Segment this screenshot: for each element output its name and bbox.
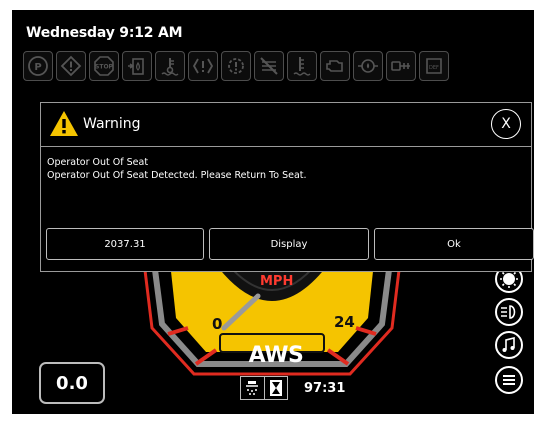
message-title: Operator Out Of Seat: [47, 157, 149, 168]
brightness-icon: [500, 270, 518, 288]
date-time: Wednesday 9:12 AM: [26, 25, 183, 41]
sprayer-icon: [241, 377, 264, 399]
code-button[interactable]: 2037.31: [46, 228, 204, 260]
coolant-temp-icon: [155, 51, 185, 81]
hourglass-icon: [263, 377, 288, 399]
fuel-filter-icon: [122, 51, 152, 81]
spray-timer-button[interactable]: [240, 376, 288, 400]
telltale-bar: P STOP DEF: [23, 51, 449, 81]
warning-icon: [50, 111, 78, 136]
steer-mode-label: AWS: [248, 343, 304, 368]
regen-inhibit-icon: [254, 51, 284, 81]
dialog-header: Warning X: [41, 103, 531, 147]
display-button[interactable]: Display: [209, 228, 369, 260]
oil-pressure-icon: [353, 51, 383, 81]
menu-icon: [503, 375, 515, 385]
gauge-unit: MPH: [260, 274, 294, 289]
hydraulic-warning-icon: [188, 51, 218, 81]
engine-icon: [320, 51, 350, 81]
speed-readout[interactable]: 0.0: [39, 362, 105, 404]
fluid-level-icon: [287, 51, 317, 81]
display-screen: Wednesday 9:12 AM P STOP DEF MPH 0 24 AW…: [12, 10, 534, 414]
transmission-warning-icon: [221, 51, 251, 81]
dialog-title: Warning: [83, 116, 141, 132]
music-icon: [502, 337, 515, 352]
def-icon: DEF: [419, 51, 449, 81]
headlights-button[interactable]: [495, 298, 523, 326]
message-body: Operator Out Of Seat Detected. Please Re…: [47, 170, 307, 181]
gauge-max-label: 24: [334, 313, 355, 331]
music-button[interactable]: [495, 331, 523, 359]
close-button[interactable]: X: [491, 109, 521, 139]
warning-triangle-icon: [56, 51, 86, 81]
svg-text:P: P: [34, 62, 41, 73]
warning-dialog: Warning X Operator Out Of Seat Operator …: [40, 102, 534, 272]
sprayer-boom-icon: [386, 51, 416, 81]
parking-brake-icon: P: [23, 51, 53, 81]
svg-text:STOP: STOP: [95, 64, 114, 71]
gauge-min-label: 0: [212, 315, 223, 333]
svg-text:DEF: DEF: [429, 65, 439, 71]
stop-icon: STOP: [89, 51, 119, 81]
timer-readout: 97:31: [304, 381, 346, 396]
headlights-icon: [501, 305, 516, 319]
ok-button[interactable]: Ok: [374, 228, 534, 260]
menu-button[interactable]: [495, 366, 523, 394]
